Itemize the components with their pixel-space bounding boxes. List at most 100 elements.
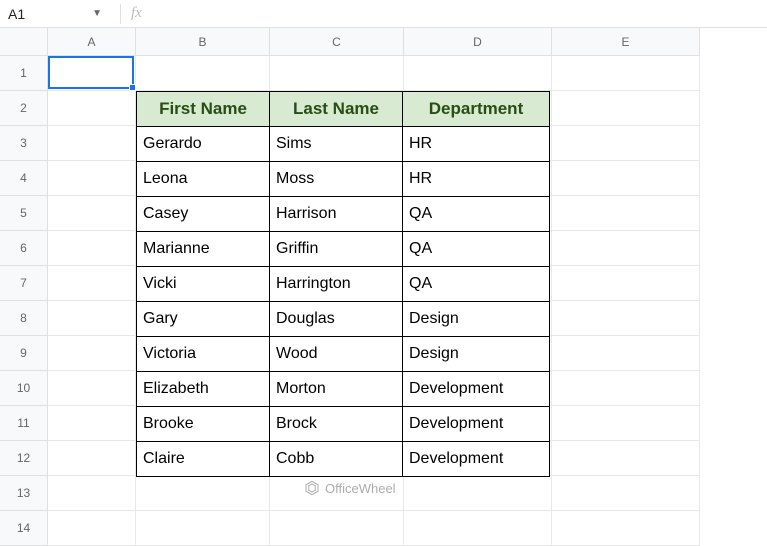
cell[interactable]: [48, 511, 136, 546]
select-all-corner[interactable]: [0, 28, 48, 56]
cell[interactable]: [552, 371, 700, 406]
row-header[interactable]: 2: [0, 91, 48, 126]
cell[interactable]: [48, 231, 136, 266]
cell[interactable]: [404, 56, 552, 91]
table-cell[interactable]: Development: [403, 442, 550, 477]
column-header[interactable]: E: [552, 28, 700, 56]
table-cell[interactable]: Harrington: [270, 267, 403, 302]
row-header[interactable]: 12: [0, 441, 48, 476]
cell[interactable]: [552, 406, 700, 441]
cell[interactable]: [552, 56, 700, 91]
table-cell[interactable]: HR: [403, 127, 550, 162]
cell[interactable]: [48, 371, 136, 406]
table-header[interactable]: First Name: [137, 92, 270, 127]
cell[interactable]: [404, 476, 552, 511]
table-cell[interactable]: Vicki: [137, 267, 270, 302]
table-cell[interactable]: Design: [403, 302, 550, 337]
table-cell[interactable]: Wood: [270, 337, 403, 372]
row-header[interactable]: 3: [0, 126, 48, 161]
row-header[interactable]: 13: [0, 476, 48, 511]
table-cell[interactable]: Gerardo: [137, 127, 270, 162]
cell[interactable]: [48, 441, 136, 476]
cell[interactable]: [404, 511, 552, 546]
table-cell[interactable]: Morton: [270, 372, 403, 407]
divider: [120, 4, 121, 24]
table-cell[interactable]: Brock: [270, 407, 403, 442]
table-cell[interactable]: Casey: [137, 197, 270, 232]
table-cell[interactable]: Victoria: [137, 337, 270, 372]
row-header[interactable]: 14: [0, 511, 48, 546]
cell[interactable]: [48, 126, 136, 161]
cell[interactable]: [552, 476, 700, 511]
table-cell[interactable]: Leona: [137, 162, 270, 197]
table-row: ElizabethMortonDevelopment: [137, 372, 550, 407]
cell[interactable]: [552, 161, 700, 196]
cell[interactable]: [136, 56, 270, 91]
cell[interactable]: [552, 511, 700, 546]
name-box[interactable]: A1 ▼: [0, 6, 110, 22]
table-cell[interactable]: Claire: [137, 442, 270, 477]
cell[interactable]: [552, 441, 700, 476]
cell[interactable]: [48, 56, 136, 91]
cell[interactable]: [136, 476, 270, 511]
fx-icon: fx: [131, 5, 142, 22]
cell[interactable]: [48, 406, 136, 441]
table-row: ClaireCobbDevelopment: [137, 442, 550, 477]
row-header[interactable]: 9: [0, 336, 48, 371]
table-cell[interactable]: Brooke: [137, 407, 270, 442]
chevron-down-icon[interactable]: ▼: [92, 8, 102, 19]
formula-input[interactable]: [150, 0, 767, 27]
table-cell[interactable]: Marianne: [137, 232, 270, 267]
table-header[interactable]: Last Name: [270, 92, 403, 127]
cell[interactable]: [552, 196, 700, 231]
cell[interactable]: [48, 301, 136, 336]
cell[interactable]: [552, 301, 700, 336]
column-headers: A B C D E: [48, 28, 700, 56]
table-cell[interactable]: QA: [403, 267, 550, 302]
table-cell[interactable]: Griffin: [270, 232, 403, 267]
column-header[interactable]: B: [136, 28, 270, 56]
table-cell[interactable]: HR: [403, 162, 550, 197]
row-header[interactable]: 1: [0, 56, 48, 91]
table-cell[interactable]: Douglas: [270, 302, 403, 337]
table-cell[interactable]: Elizabeth: [137, 372, 270, 407]
cell[interactable]: [552, 266, 700, 301]
cell[interactable]: [48, 91, 136, 126]
table-cell[interactable]: Cobb: [270, 442, 403, 477]
column-header[interactable]: D: [404, 28, 552, 56]
cells-area[interactable]: First Name Last Name Department GerardoS…: [48, 56, 700, 546]
table-cell[interactable]: Harrison: [270, 197, 403, 232]
table-cell[interactable]: Development: [403, 372, 550, 407]
table-cell[interactable]: QA: [403, 232, 550, 267]
row-header[interactable]: 7: [0, 266, 48, 301]
table-cell[interactable]: Gary: [137, 302, 270, 337]
row-header[interactable]: 8: [0, 301, 48, 336]
table-row: LeonaMossHR: [137, 162, 550, 197]
table-cell[interactable]: QA: [403, 197, 550, 232]
cell[interactable]: [48, 161, 136, 196]
row-header[interactable]: 10: [0, 371, 48, 406]
row-header[interactable]: 5: [0, 196, 48, 231]
row-header[interactable]: 11: [0, 406, 48, 441]
column-header[interactable]: C: [270, 28, 404, 56]
cell[interactable]: [552, 126, 700, 161]
cell[interactable]: [48, 476, 136, 511]
cell[interactable]: [552, 336, 700, 371]
table-cell[interactable]: Sims: [270, 127, 403, 162]
cell[interactable]: [48, 196, 136, 231]
cell[interactable]: [552, 231, 700, 266]
cell[interactable]: [136, 511, 270, 546]
cell[interactable]: [48, 336, 136, 371]
cell[interactable]: [552, 91, 700, 126]
table-cell[interactable]: Moss: [270, 162, 403, 197]
column-header[interactable]: A: [48, 28, 136, 56]
table-cell[interactable]: Design: [403, 337, 550, 372]
table-header[interactable]: Department: [403, 92, 550, 127]
cell[interactable]: [48, 266, 136, 301]
row-header[interactable]: 6: [0, 231, 48, 266]
row-headers: 1 2 3 4 5 6 7 8 9 10 11 12 13 14: [0, 56, 48, 546]
cell[interactable]: [270, 511, 404, 546]
table-cell[interactable]: Development: [403, 407, 550, 442]
cell[interactable]: [270, 56, 404, 91]
row-header[interactable]: 4: [0, 161, 48, 196]
